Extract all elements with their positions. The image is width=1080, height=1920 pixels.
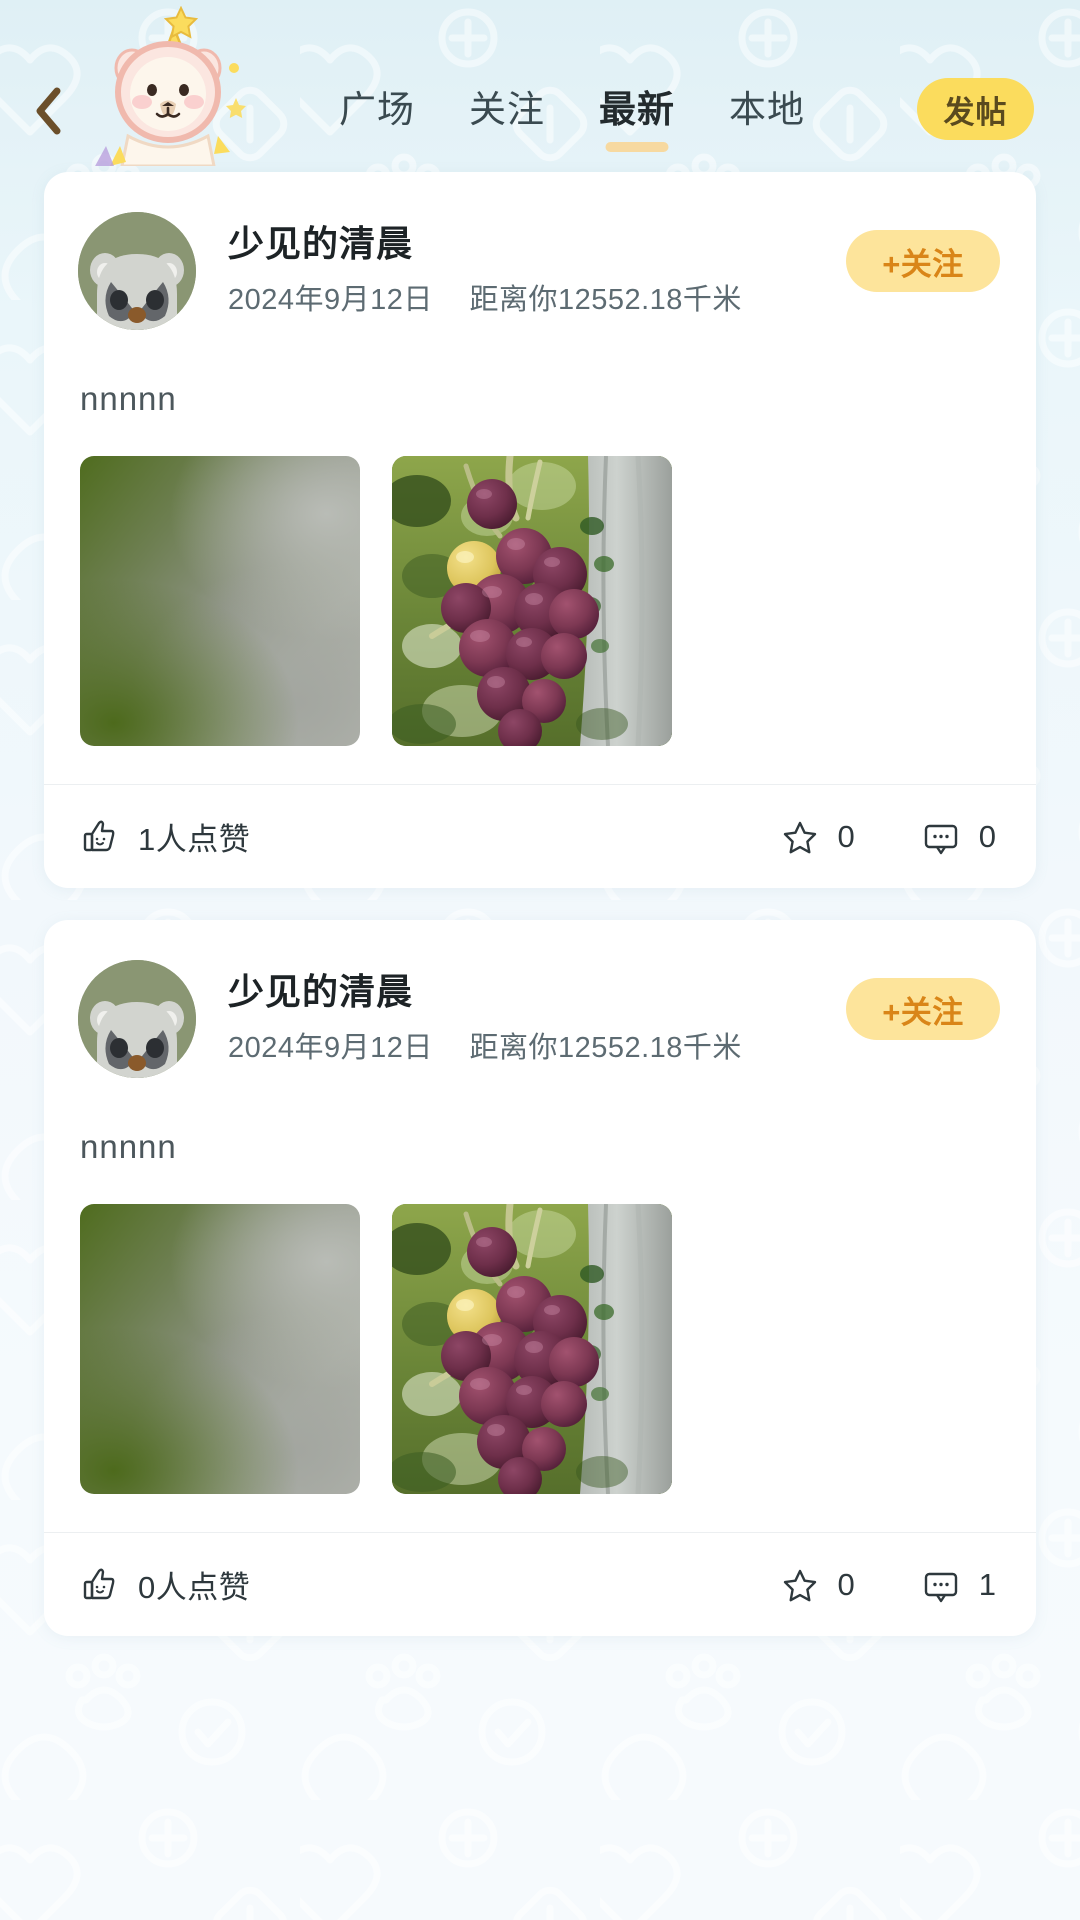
post-feed: 少见的清晨 2024年9月12日 距离你12552.18千米 +关注 nnnnn xyxy=(0,172,1080,1668)
raccoon-avatar[interactable] xyxy=(78,960,196,1078)
raccoon-avatar[interactable] xyxy=(78,212,196,330)
post-header: 少见的清晨 2024年9月12日 距离你12552.18千米 +关注 xyxy=(44,960,1036,1078)
tab-bar: 广场 关注 最新 本地 xyxy=(312,88,832,152)
post-content: nnnnn xyxy=(80,1128,177,1165)
like-action[interactable]: 0人点赞 xyxy=(80,1562,250,1607)
comment-action[interactable]: 0 xyxy=(921,817,996,857)
post-action-bar: 1人点赞 0 0 xyxy=(44,784,1036,888)
bear-party-hat-mascot xyxy=(95,6,246,166)
chevron-left-icon xyxy=(36,87,61,135)
comment-bubble-icon xyxy=(924,1572,957,1602)
like-count-label: 0人点赞 xyxy=(138,1570,251,1605)
favorite-action[interactable]: 0 xyxy=(780,1565,855,1605)
follow-button[interactable]: +关注 xyxy=(846,978,1000,1040)
app-root: 广场 关注 最新 本地 发帖 少见的清晨 2024年9月12日 距离你12552… xyxy=(0,0,1080,1920)
post-image-grapes-photo[interactable] xyxy=(392,1204,672,1494)
post-action-right: 0 0 xyxy=(780,817,996,857)
favorite-count: 0 xyxy=(837,1566,855,1602)
like-count-label: 1人点赞 xyxy=(138,822,251,857)
tab-plaza[interactable]: 广场 xyxy=(312,88,442,132)
post-image-grid xyxy=(44,1168,1036,1494)
raccoon-avatar-icon xyxy=(78,212,196,330)
post-card[interactable]: 少见的清晨 2024年9月12日 距离你12552.18千米 +关注 nnnnn xyxy=(44,172,1036,888)
star-icon xyxy=(783,821,816,853)
post-date: 2024年9月12日 xyxy=(228,1032,433,1064)
post-card[interactable]: 少见的清晨 2024年9月12日 距离你12552.18千米 +关注 nnnnn xyxy=(44,920,1036,1636)
post-image-grapes-photo[interactable] xyxy=(392,456,672,746)
post-header: 少见的清晨 2024年9月12日 距离你12552.18千米 +关注 xyxy=(44,212,1036,330)
tab-following[interactable]: 关注 xyxy=(442,88,572,132)
comment-bubble-icon xyxy=(924,824,957,854)
grapes-photo-art xyxy=(392,1204,672,1494)
create-post-button[interactable]: 发帖 xyxy=(917,78,1034,140)
post-image-grid xyxy=(44,420,1036,746)
comment-count: 1 xyxy=(978,1566,996,1602)
follow-button[interactable]: +关注 xyxy=(846,230,1000,292)
tab-following-label: 关注 xyxy=(469,89,545,130)
thumbs-up-icon xyxy=(83,1568,115,1599)
like-action[interactable]: 1人点赞 xyxy=(80,814,250,859)
raccoon-avatar-icon xyxy=(78,960,196,1078)
app-header: 广场 关注 最新 本地 发帖 xyxy=(0,0,1080,166)
thumbs-up-icon xyxy=(83,820,115,851)
tab-local[interactable]: 本地 xyxy=(702,88,832,132)
post-date: 2024年9月12日 xyxy=(228,284,433,316)
post-content: nnnnn xyxy=(80,380,177,417)
comment-action[interactable]: 1 xyxy=(921,1565,996,1605)
star-icon xyxy=(783,1569,816,1601)
comment-count: 0 xyxy=(978,818,996,854)
tab-newest[interactable]: 最新 xyxy=(572,88,702,152)
favorite-action[interactable]: 0 xyxy=(780,817,855,857)
tab-local-label: 本地 xyxy=(729,89,805,130)
post-distance: 距离你12552.18千米 xyxy=(469,284,742,316)
tab-plaza-label: 广场 xyxy=(339,89,415,130)
post-distance: 距离你12552.18千米 xyxy=(469,1032,742,1064)
post-image-blurred-green-photo[interactable] xyxy=(80,456,360,746)
favorite-count: 0 xyxy=(837,818,855,854)
post-action-right: 0 1 xyxy=(780,1565,996,1605)
grapes-photo-art xyxy=(392,456,672,746)
post-action-bar: 0人点赞 0 1 xyxy=(44,1532,1036,1636)
back-button[interactable] xyxy=(22,85,74,137)
active-tab-underline xyxy=(605,142,669,152)
post-image-blurred-green-photo[interactable] xyxy=(80,1204,360,1494)
tab-newest-label: 最新 xyxy=(599,89,675,130)
